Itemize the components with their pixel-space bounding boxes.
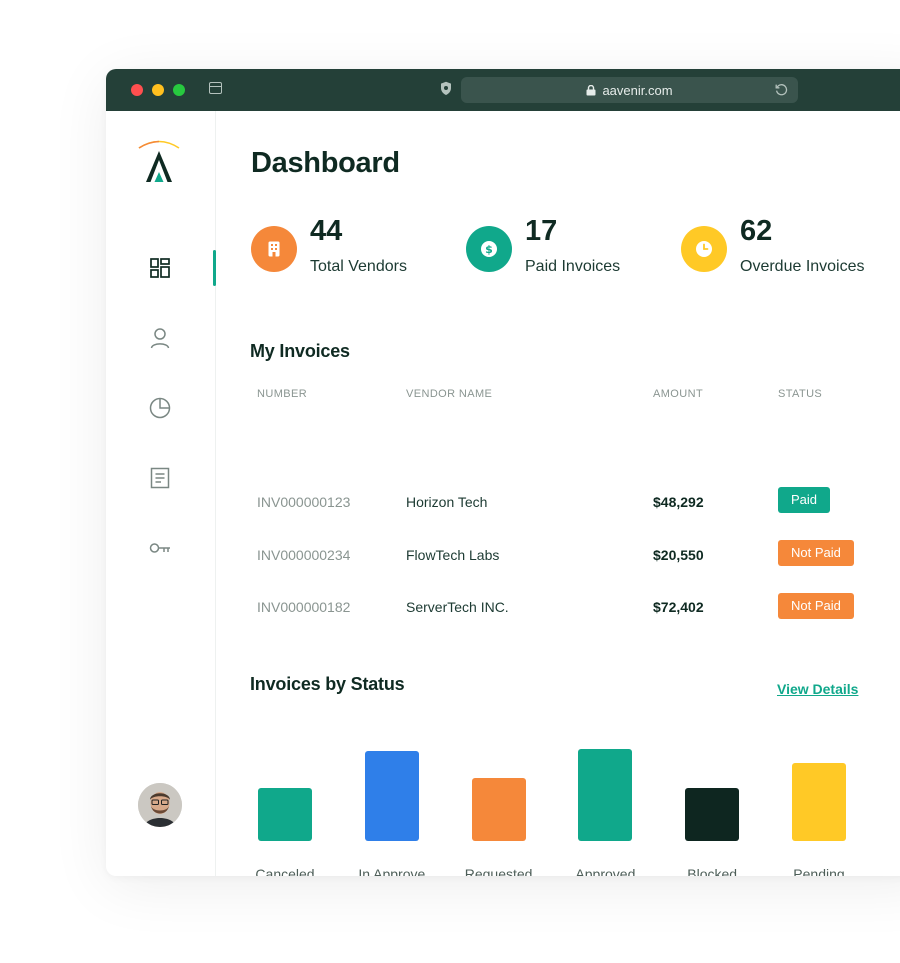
stat-value: 44 (310, 215, 343, 247)
browser-window: aavenir.com Dashboard 44 Total Vendors $… (106, 69, 900, 876)
invoice-amount: $20,550 (653, 547, 704, 563)
bar-blocked (685, 788, 740, 841)
pie-chart-icon[interactable] (149, 397, 171, 419)
bar-requested (471, 778, 526, 841)
invoice-number: INV000000234 (257, 547, 351, 563)
column-header-number: NUMBER (257, 388, 308, 400)
user-photo (138, 783, 182, 827)
document-icon[interactable] (149, 467, 171, 489)
vendor-name: FlowTech Labs (406, 547, 500, 563)
shield-icon[interactable] (440, 81, 452, 96)
main-content: Dashboard 44 Total Vendors $ 17 Paid Inv… (216, 111, 900, 876)
vendor-name: ServerTech INC. (406, 599, 509, 615)
invoices-section-title: My Invoices (250, 341, 350, 361)
page-title: Dashboard (251, 147, 400, 179)
bar-label: Blocked (687, 866, 738, 876)
bar-canceled (258, 788, 312, 841)
maximize-window-button[interactable] (173, 84, 185, 96)
avatar[interactable] (138, 783, 182, 827)
dollar-icon: $ (466, 226, 512, 272)
bar-label: Canceled (255, 866, 315, 876)
reload-icon[interactable] (775, 83, 788, 96)
vendor-name: Horizon Tech (406, 494, 488, 510)
url-text: aavenir.com (602, 83, 673, 98)
table-row[interactable]: INV000000182 ServerTech INC. $72,402 Not… (216, 591, 900, 631)
minimize-window-button[interactable] (152, 84, 164, 96)
dashboard-icon[interactable] (149, 257, 171, 279)
column-header-status: STATUS (778, 388, 823, 400)
stat-label: Overdue Invoices (740, 258, 865, 275)
tabs-icon[interactable] (209, 82, 222, 94)
bar-label: Requested (464, 866, 533, 876)
table-row[interactable]: INV000000234 FlowTech Labs $20,550 Not P… (216, 538, 900, 578)
table-row[interactable]: INV000000123 Horizon Tech $48,292 Paid (216, 485, 900, 525)
column-header-vendor: VENDOR NAME (406, 388, 493, 400)
view-details-link[interactable]: View Details (777, 681, 858, 697)
status-chart-title: Invoices by Status (250, 674, 405, 694)
status-badge: Not Paid (778, 540, 854, 566)
close-window-button[interactable] (131, 84, 143, 96)
column-header-amount: AMOUNT (653, 388, 704, 400)
invoice-number: INV000000182 (257, 599, 351, 615)
bar-label: Pending (793, 866, 845, 876)
sidebar (106, 111, 216, 876)
invoice-amount: $48,292 (653, 494, 704, 510)
bar-label: In Approve (358, 866, 426, 876)
bar-pending (792, 763, 846, 841)
key-icon[interactable] (149, 537, 171, 559)
clock-icon (681, 226, 727, 272)
bar-in-approve (364, 751, 419, 841)
bar-label: Approved (575, 866, 636, 876)
user-icon[interactable] (149, 327, 171, 349)
stat-value: 62 (740, 215, 773, 247)
stat-label: Total Vendors (310, 258, 407, 275)
svg-text:$: $ (485, 243, 493, 256)
lock-icon (586, 85, 596, 96)
address-bar[interactable]: aavenir.com (461, 77, 798, 103)
stat-value: 17 (525, 215, 558, 247)
status-badge: Not Paid (778, 593, 854, 619)
browser-titlebar: aavenir.com (106, 69, 900, 111)
stat-label: Paid Invoices (525, 258, 621, 275)
status-badge: Paid (778, 487, 831, 513)
invoice-amount: $72,402 (653, 599, 704, 615)
aavenir-logo (138, 140, 180, 182)
building-icon (251, 226, 297, 272)
bar-approved (578, 749, 633, 841)
invoice-number: INV000000123 (257, 494, 351, 510)
